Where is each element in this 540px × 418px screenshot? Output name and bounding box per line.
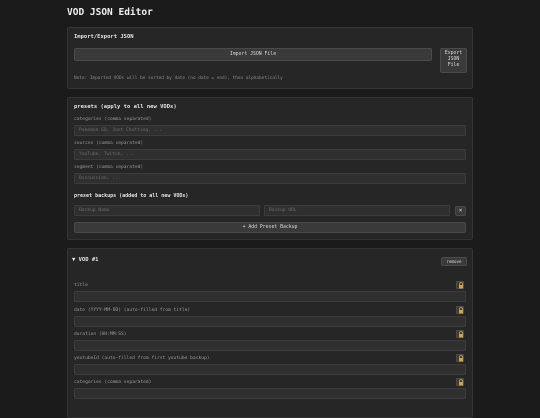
youtube-id-input[interactable] (74, 364, 466, 375)
vod-heading[interactable]: ▼ VOD #1 (72, 257, 99, 263)
vod-field: title (68, 280, 474, 304)
import-note: Note: Imported VODs will be sorted by da… (74, 76, 283, 81)
add-preset-backup-button[interactable]: + Add Preset Backup (74, 222, 466, 233)
lock-icon (459, 282, 463, 289)
segment-input[interactable]: Discussion, ... (74, 173, 466, 184)
vod-categories-input[interactable] (74, 388, 466, 399)
categories-label: categories (comma separated) (74, 117, 152, 122)
vod-categories-label: categories (comma separated) (74, 380, 152, 385)
lock-icon (459, 379, 463, 386)
presets-panel: presets (apply to all new VODs) categori… (67, 97, 473, 240)
backup-name-input[interactable]: Backup Name (74, 205, 260, 216)
duration-input[interactable] (74, 340, 466, 351)
lock-toggle[interactable] (456, 306, 464, 314)
segment-label: segment (comma separated) (74, 165, 144, 170)
vod-field: date (YYYY-MM-DD) (auto-filled from titl… (68, 305, 474, 329)
lock-icon (459, 355, 463, 362)
preset-backups-heading: preset backups (added to all new VODs) (74, 193, 189, 199)
presets-heading: presets (apply to all new VODs) (74, 104, 177, 110)
title-label: title (74, 283, 88, 288)
date-label: date (YYYY-MM-DD) (auto-filled from titl… (74, 308, 191, 313)
export-json-button[interactable]: Export JSON File (440, 48, 467, 73)
lock-icon (459, 307, 463, 314)
vod-field: youtubeId (auto-filled from first youtub… (68, 353, 474, 377)
lock-toggle[interactable] (456, 330, 464, 338)
vod-field: duration (HH:MM:SS) (68, 329, 474, 353)
youtube-id-label: youtubeId (auto-filled from first youtub… (74, 356, 210, 361)
lock-toggle[interactable] (456, 354, 464, 362)
date-input[interactable] (74, 316, 466, 327)
sources-input[interactable]: YouTube, Twitch, ... (74, 149, 466, 160)
vod-field: categories (comma separated) (68, 377, 474, 401)
app-title: VOD JSON Editor (67, 7, 153, 18)
import-export-panel: Import/Export JSON Import JSON File Expo… (67, 27, 473, 89)
sources-label: sources (comma separated) (74, 141, 144, 146)
duration-label: duration (HH:MM:SS) (74, 332, 127, 337)
export-line-3: File (447, 63, 460, 68)
categories-input[interactable]: Pokemon GO, Just Chatting, ... (74, 125, 466, 136)
remove-backup-button[interactable]: × (455, 206, 466, 216)
lock-icon (459, 331, 463, 338)
backup-url-input[interactable]: Backup URL (264, 205, 450, 216)
lock-toggle[interactable] (456, 378, 464, 386)
vod-remove-button[interactable]: remove (441, 257, 467, 266)
import-json-button[interactable]: Import JSON File (74, 48, 432, 61)
lock-toggle[interactable] (456, 281, 464, 289)
title-input[interactable] (74, 291, 466, 302)
import-export-heading: Import/Export JSON (74, 34, 134, 40)
vod-panel: ▼ VOD #1 remove title date (YYYY-MM-DD) … (67, 248, 473, 418)
